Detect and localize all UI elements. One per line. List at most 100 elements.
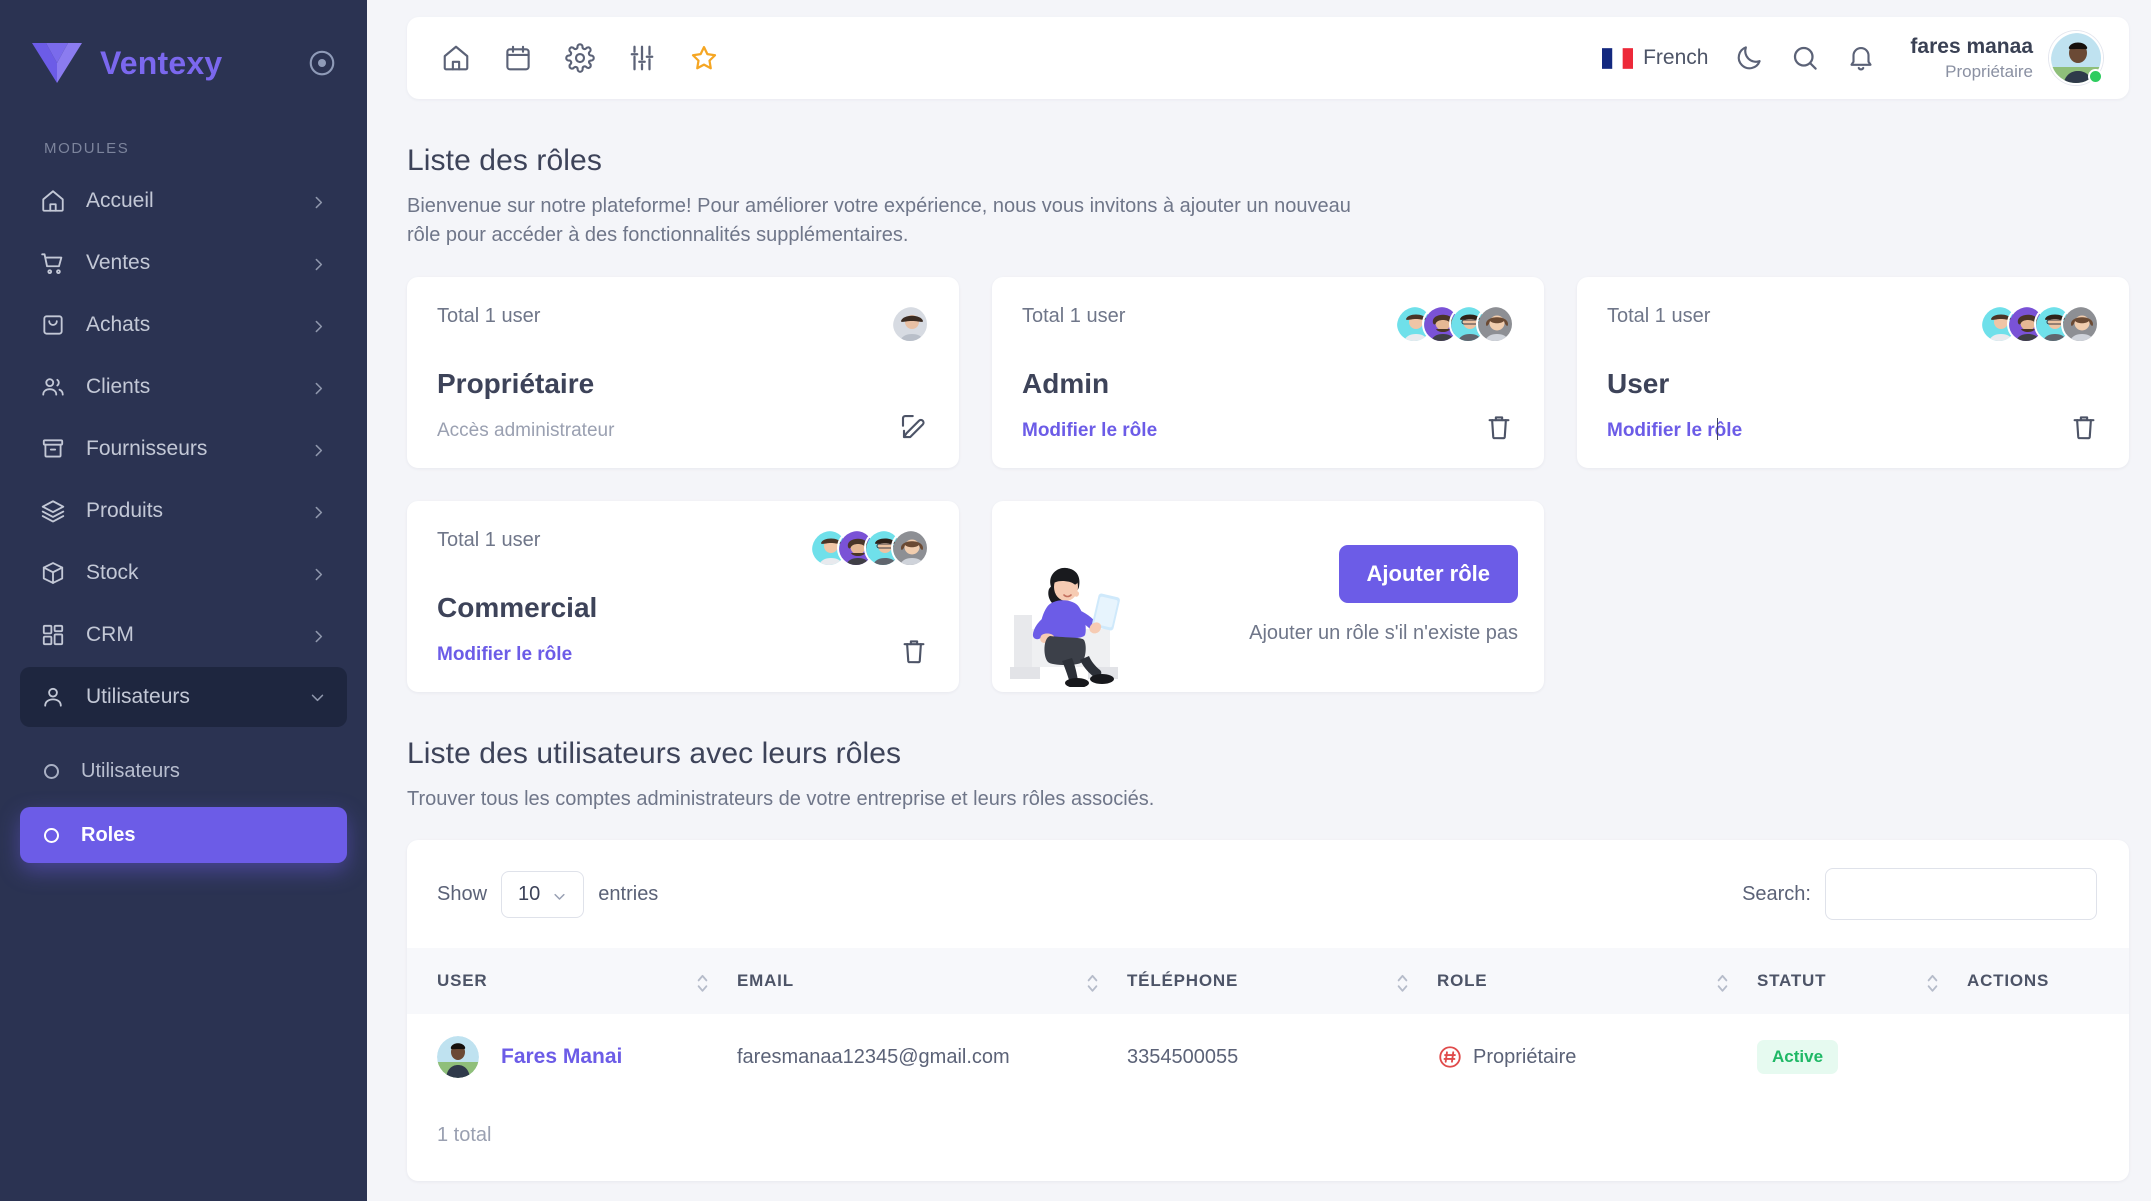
ventexy-logo-icon — [30, 41, 84, 85]
trash-icon[interactable] — [899, 636, 929, 666]
trash-icon[interactable] — [2069, 412, 2099, 442]
calendar-icon[interactable] — [503, 43, 533, 73]
sort-icon[interactable] — [1926, 970, 1939, 992]
french-flag-icon — [1602, 47, 1634, 69]
woman-sitting-with-tablet-illustration — [992, 537, 1222, 692]
avatar — [891, 304, 929, 343]
chevron-right-icon — [310, 255, 327, 272]
add-role-button[interactable]: Ajouter rôle — [1338, 545, 1518, 604]
column-label: EMAIL — [737, 971, 794, 991]
column-header-statut[interactable]: STATUT — [1757, 948, 1967, 1014]
main-content: French fares manaa Propriétaire Liste de… — [367, 0, 2151, 1201]
sidebar-item-stock[interactable]: Stock — [20, 543, 347, 603]
table-header-row: USER EMAIL TÉLÉPHONE ROLE STATUT ACTIONS — [407, 948, 2129, 1015]
search-icon[interactable] — [1790, 43, 1820, 73]
sidebar-item-fournisseurs[interactable]: Fournisseurs — [20, 419, 347, 479]
home-icon[interactable] — [441, 43, 471, 73]
page-title: Liste des rôles — [407, 144, 602, 177]
chevron-right-icon — [310, 317, 327, 334]
show-label: Show — [437, 882, 488, 905]
edit-pencil-icon[interactable] — [899, 412, 929, 442]
column-header-email[interactable]: EMAIL — [737, 948, 1127, 1014]
entries-select[interactable]: 10 — [501, 870, 585, 918]
sidebar-item-ventes[interactable]: Ventes — [20, 233, 347, 293]
cell-user: Fares Manai — [407, 1014, 737, 1100]
sidebar-section-label: MODULES — [44, 140, 130, 157]
sidebar-nav: Accueil Ventes Achats Clients Fournisseu… — [0, 171, 367, 729]
search-input[interactable] — [1825, 868, 2097, 921]
card-role-name: Admin — [1022, 367, 1110, 399]
sidebar-item-achats[interactable]: Achats — [20, 295, 347, 355]
column-header-user[interactable]: USER — [407, 948, 737, 1014]
cell-telephone: 3354500055 — [1127, 1045, 1239, 1068]
role-cards-grid: Total 1 user Propriétaire Accès administ… — [407, 276, 2129, 692]
chevron-right-icon — [310, 379, 327, 396]
column-header-actions: ACTIONS — [1967, 948, 2129, 1014]
circle-bullet-icon — [44, 827, 59, 843]
sidebar-item-clients[interactable]: Clients — [20, 357, 347, 417]
sidebar-subitem-label: Roles — [81, 823, 136, 846]
column-label: TÉLÉPHONE — [1127, 971, 1239, 991]
brand-header[interactable]: Ventexy — [0, 0, 367, 96]
sidebar-item-crm[interactable]: CRM — [20, 605, 347, 665]
gear-icon[interactable] — [565, 43, 595, 73]
table-controls: Show 10 entries Search: — [407, 840, 2129, 948]
sort-icon[interactable] — [1086, 970, 1099, 992]
sidebar-item-roles[interactable]: Roles — [20, 807, 347, 863]
chevron-right-icon — [310, 441, 327, 458]
sidebar-item-label: Fournisseurs — [86, 437, 208, 460]
avatar — [437, 1036, 479, 1079]
edit-role-link[interactable]: Modifier le rôle — [437, 644, 572, 666]
add-role-panel: Ajouter rôle Ajouter un rôle s'il n'exis… — [1222, 501, 1544, 692]
card-total: Total 1 user — [437, 528, 541, 551]
role-card-user[interactable]: Total 1 user User Modifier le rôle — [1577, 276, 2129, 468]
sort-icon[interactable] — [1396, 970, 1409, 992]
avatar — [891, 528, 929, 567]
sort-icon[interactable] — [696, 970, 709, 992]
table-row[interactable]: Fares Manai faresmanaa12345@gmail.com 33… — [407, 1014, 2129, 1100]
sidebar-item-utilisateurs-sub[interactable]: Utilisateurs — [20, 743, 347, 799]
user-name-link[interactable]: Fares Manai — [501, 1045, 622, 1069]
language-selector[interactable]: French — [1602, 46, 1708, 70]
sidebar-item-utilisateurs[interactable]: Utilisateurs — [20, 667, 347, 727]
sidebar-item-accueil[interactable]: Accueil — [20, 171, 347, 231]
column-header-role[interactable]: ROLE — [1437, 948, 1757, 1014]
add-role-card[interactable]: Ajouter rôle Ajouter un rôle s'il n'exis… — [992, 500, 1544, 692]
sidebar-subnav: Utilisateurs Roles — [0, 729, 367, 871]
edit-role-link[interactable]: Modifier le rôle — [1607, 417, 1742, 442]
card-role-name: Commercial — [437, 591, 598, 623]
role-card-proprietaire[interactable]: Total 1 user Propriétaire Accès administ… — [407, 276, 959, 468]
card-footer: Accès administrateur — [437, 412, 929, 442]
trash-icon[interactable] — [1484, 412, 1514, 442]
target-circle-icon[interactable] — [307, 48, 337, 78]
sidebar-subitem-label: Utilisateurs — [81, 759, 180, 782]
card-header: Total 1 user — [1607, 304, 2099, 343]
role-label: Propriétaire — [1473, 1045, 1577, 1068]
avatar[interactable] — [2049, 31, 2103, 85]
cell-actions[interactable] — [1967, 1014, 2129, 1100]
card-total: Total 1 user — [437, 304, 541, 327]
bell-icon[interactable] — [1846, 43, 1876, 73]
avatar-group — [1395, 304, 1514, 343]
role-card-commercial[interactable]: Total 1 user Commercial Modifier le rôle — [407, 500, 959, 692]
moon-icon[interactable] — [1734, 43, 1764, 73]
cell-statut: Active — [1757, 1014, 1967, 1100]
table-footer: 1 total — [437, 1124, 492, 1147]
user-menu[interactable]: fares manaa Propriétaire — [1910, 31, 2103, 85]
language-label: French — [1643, 46, 1709, 69]
status-badge: Active — [1757, 1040, 1839, 1075]
card-footer: Modifier le rôle — [1022, 412, 1514, 442]
sidebar-item-label: CRM — [86, 623, 134, 646]
column-header-telephone[interactable]: TÉLÉPHONE — [1127, 948, 1437, 1014]
grid-icon — [40, 622, 66, 648]
sort-icon[interactable] — [1716, 970, 1729, 992]
page-description: Bienvenue sur notre plateforme! Pour amé… — [407, 195, 1351, 247]
topbar: French fares manaa Propriétaire — [407, 17, 2129, 99]
sidebar-item-produits[interactable]: Produits — [20, 481, 347, 541]
star-icon[interactable] — [689, 43, 719, 73]
sliders-icon[interactable] — [627, 43, 657, 73]
edit-role-link[interactable]: Modifier le rôle — [1022, 420, 1157, 442]
chevron-down-icon — [310, 689, 327, 706]
role-card-admin[interactable]: Total 1 user Admin Modifier le rôle — [992, 276, 1544, 468]
sidebar-item-label: Produits — [86, 499, 164, 522]
